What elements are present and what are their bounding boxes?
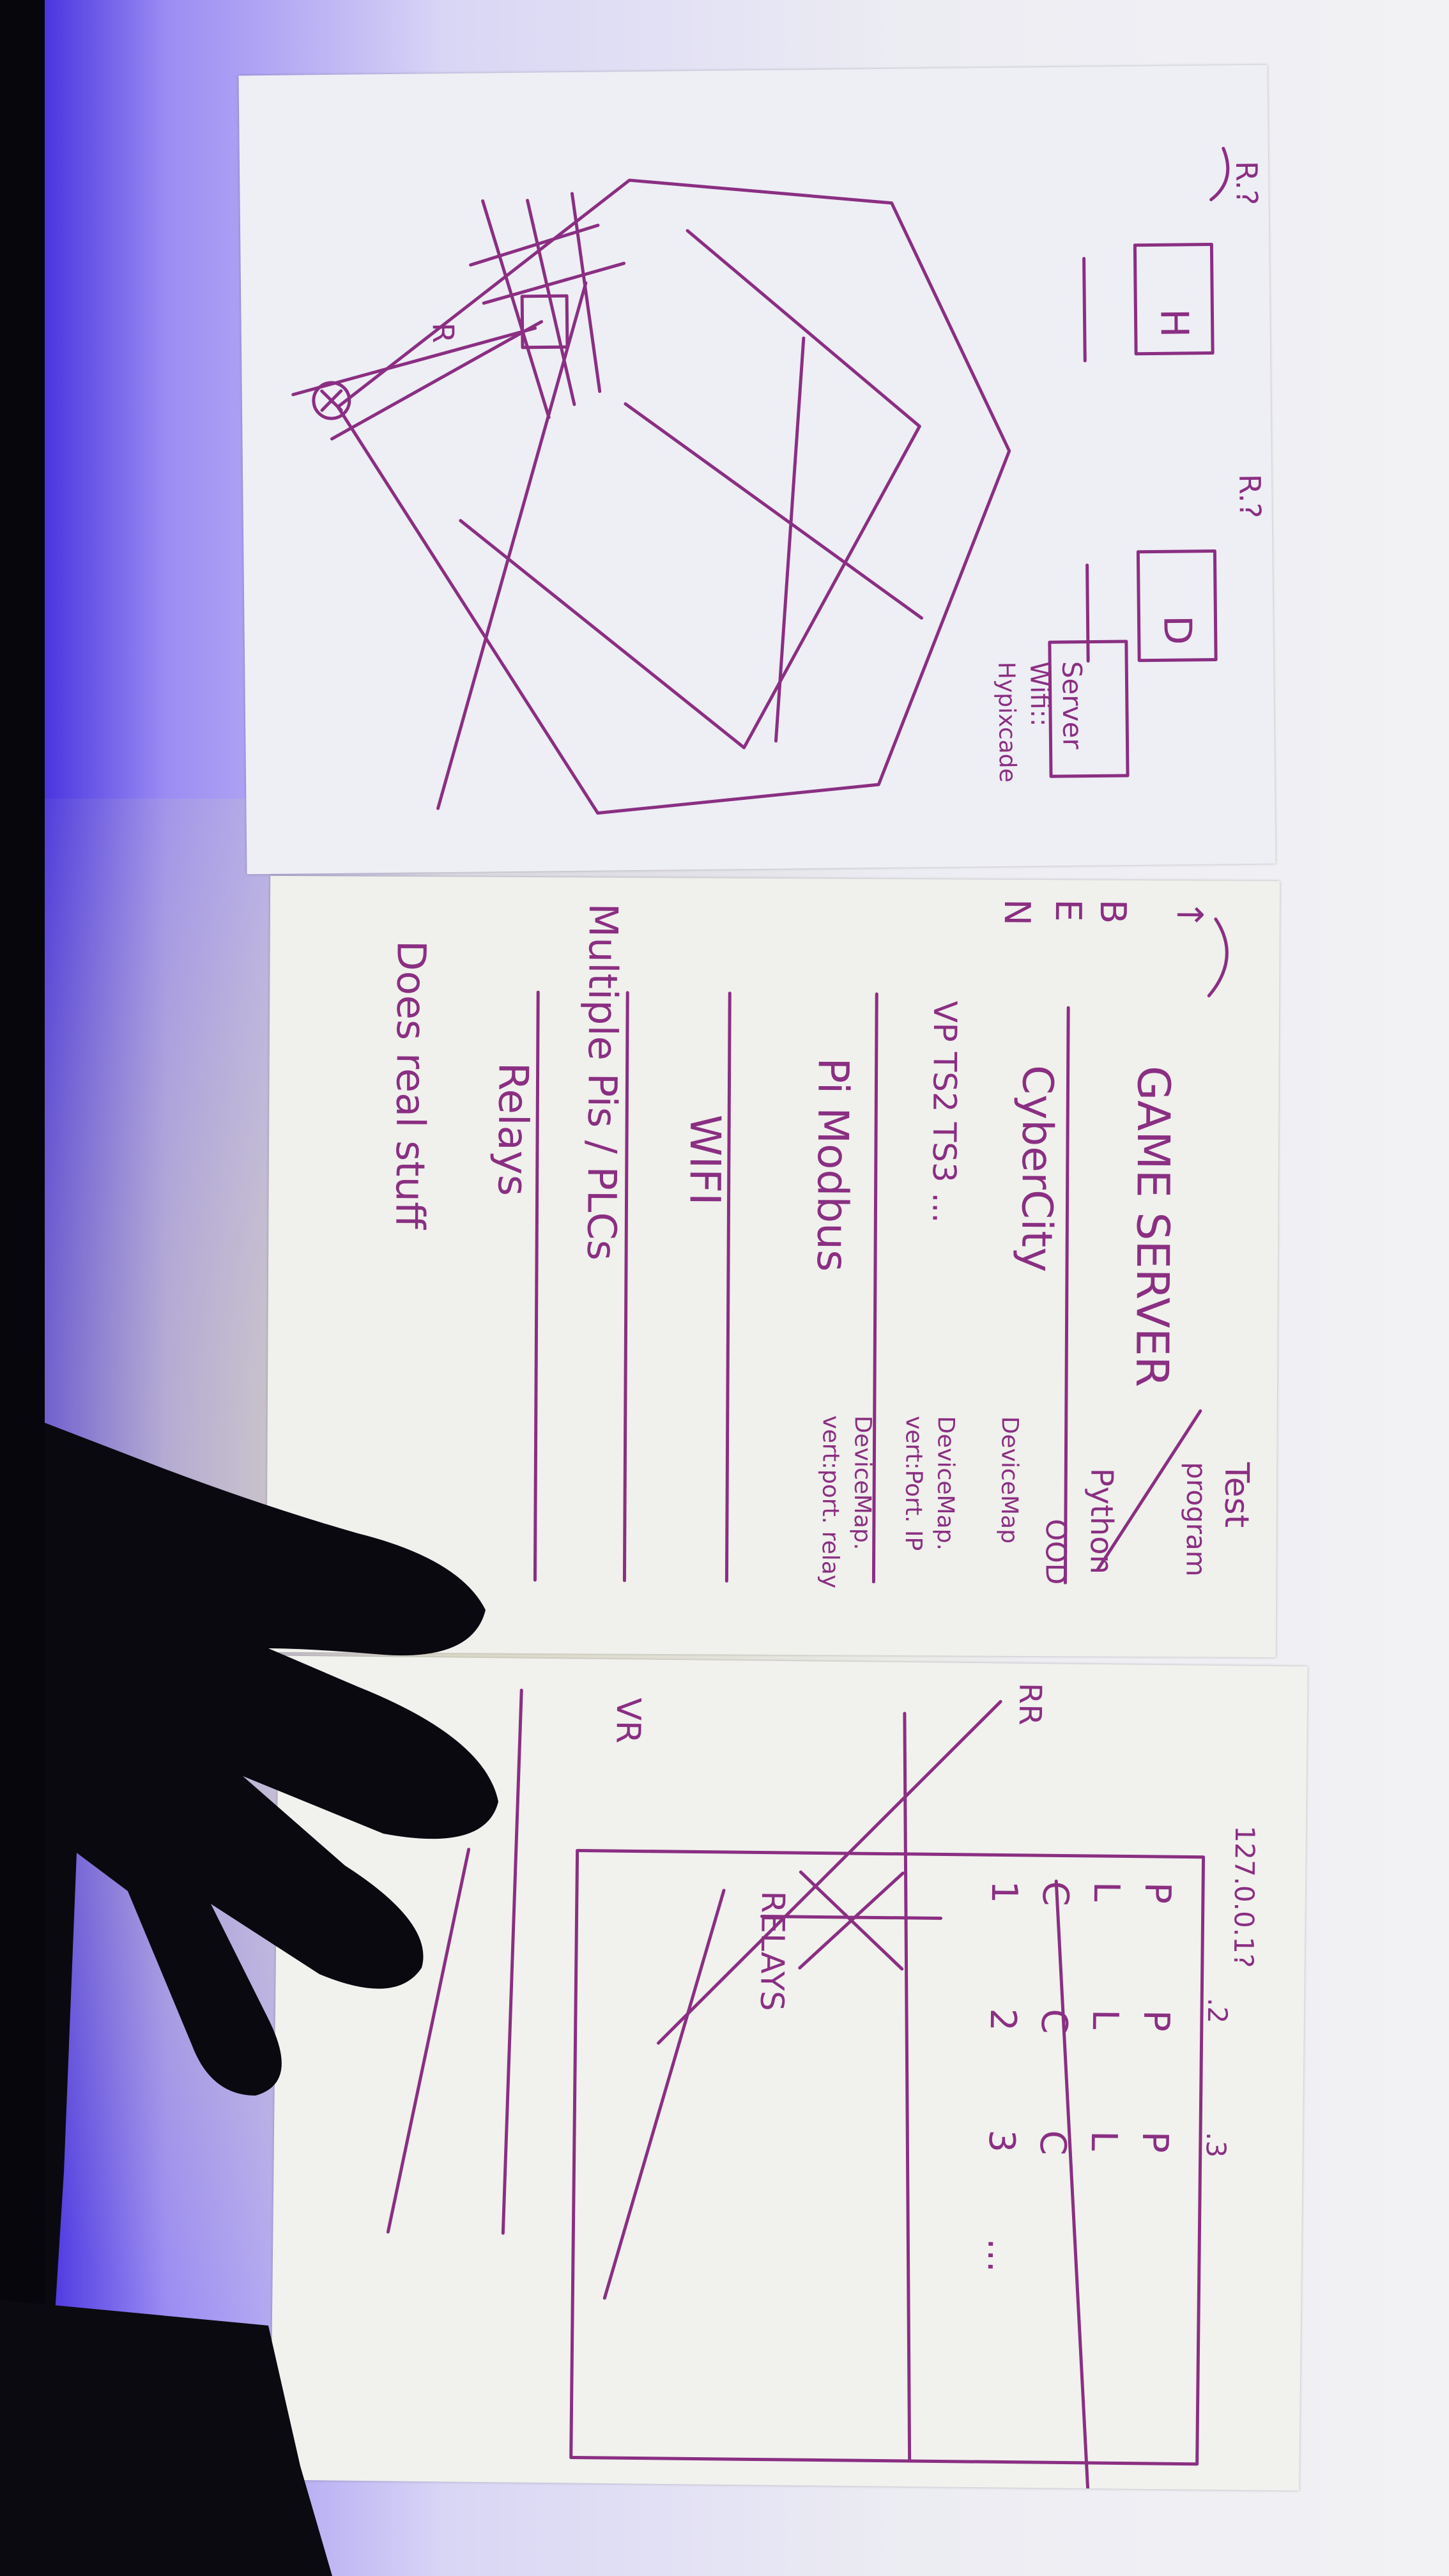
grid-l-3: L — [1083, 2131, 1124, 2151]
grid-c-3: C — [1032, 2130, 1073, 2156]
notes-line-real-stuff: Does real stuff — [387, 940, 434, 1230]
notes-sketch: GAME SERVER CyberCity VP TS2 TS3 ... Pi … — [387, 899, 1256, 1588]
grid-l-2: L — [1084, 2009, 1126, 2030]
grid-l-1: L — [1085, 1882, 1127, 1902]
sketch-sheet-notes: GAME SERVER CyberCity VP TS2 TS3 ... Pi … — [266, 875, 1280, 1658]
grid-p-3: P — [1134, 2131, 1176, 2153]
notes-left-n: N — [996, 899, 1038, 926]
label-ip-1: 127.0.0.1? — [1228, 1825, 1261, 1968]
label-vr: VR — [608, 1698, 647, 1744]
notes-left-arrow: ↑ — [1169, 900, 1210, 930]
grid-c-2: C — [1033, 2009, 1075, 2034]
grid-p-1: P — [1137, 1882, 1178, 1904]
notes-line-wifi: WIFI — [680, 1114, 730, 1206]
grid-p-2: P — [1135, 2010, 1177, 2032]
notes-line-cybercity: CyberCity — [1012, 1065, 1062, 1273]
relay-sketch: RR VR 127.0.0.1? .2 .3 RELAYS P P P L L … — [386, 1683, 1261, 2491]
label-ip-3: .3 — [1200, 2132, 1232, 2158]
notes-ood: OOD — [1039, 1519, 1072, 1584]
label-rr: RR — [1012, 1683, 1048, 1726]
label-ip-2: .2 — [1202, 1998, 1233, 2024]
label-r-mid: R.? — [1232, 474, 1268, 519]
notes-line-pi-modbus: Pi Modbus — [808, 1057, 858, 1271]
grid-n-more: ... — [979, 2238, 1022, 2273]
network-sketch: H D R.? R.? Server Wifi:: Hypixcade R — [291, 146, 1268, 815]
label-wifi: Wifi:: — [1024, 661, 1054, 726]
notes-devicemap: DeviceMap — [996, 1416, 1023, 1544]
notes-line-multiple-pis: Multiple Pis / PLCs — [578, 903, 627, 1261]
grid-n-2: 2 — [982, 2008, 1023, 2031]
notes-left-e: E — [1047, 899, 1089, 922]
notes-vert-port-relay: vert:port. relay — [816, 1415, 843, 1588]
sketch-sheet-network: H D R.? R.? Server Wifi:: Hypixcade R — [238, 65, 1276, 875]
notes-program: program — [1180, 1462, 1212, 1577]
notes-python: Python — [1083, 1468, 1119, 1575]
notes-line-relays: Relays — [489, 1062, 537, 1197]
label-r: R — [426, 323, 461, 344]
notes-vert-port-ip: vert:Port. IP — [900, 1416, 927, 1551]
label-r-top: R.? — [1229, 161, 1264, 206]
notes-title: GAME SERVER — [1126, 1066, 1180, 1388]
grid-c-1: C — [1034, 1881, 1076, 1906]
notes-line-vp: VP TS2 TS3 ... — [925, 1000, 963, 1223]
grid-n-3: 3 — [981, 2129, 1022, 2152]
notes-devicemap-2: DeviceMap. — [932, 1416, 959, 1551]
label-hypixcade: Hypixcade — [993, 662, 1020, 783]
notes-devicemap-3: DeviceMap. — [849, 1416, 876, 1551]
notes-left-b: B — [1092, 900, 1133, 924]
label-h: H — [1151, 309, 1196, 338]
label-relays: RELAYS — [753, 1890, 792, 2011]
notes-test: Test — [1217, 1462, 1256, 1528]
sketch-sheet-relays: RR VR 127.0.0.1? .2 .3 RELAYS P P P L L … — [270, 1655, 1308, 2491]
label-d: D — [1154, 615, 1199, 645]
label-server: Server — [1056, 661, 1088, 750]
grid-n-1: 1 — [983, 1880, 1025, 1903]
